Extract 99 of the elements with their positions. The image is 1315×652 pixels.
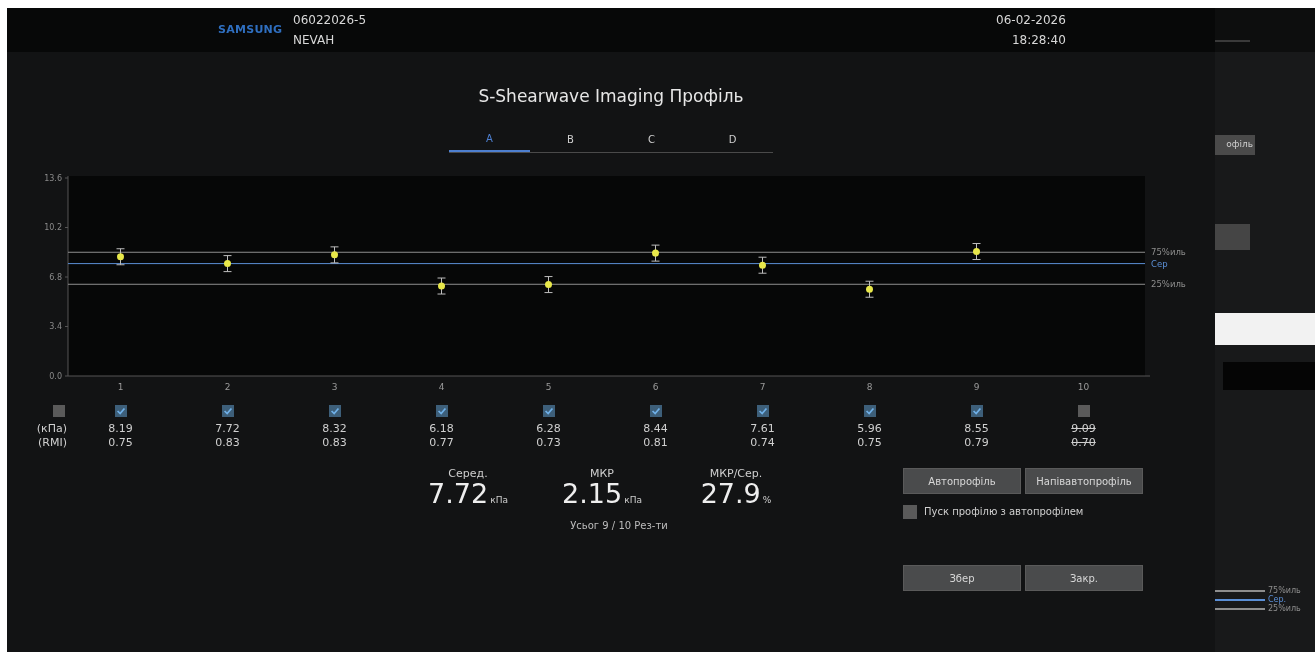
data-point [972, 243, 981, 260]
legend-label: 75%иль [1268, 586, 1301, 595]
data-point [437, 277, 446, 295]
data-point [544, 276, 553, 294]
table-cell: 8.32 [322, 422, 347, 436]
checkbox[interactable] [649, 405, 662, 417]
checkbox[interactable] [114, 405, 127, 417]
table-cell: 8.19 [108, 422, 133, 436]
table-cell: 7.72 [215, 422, 240, 436]
dialog-title: S-Shearwave Imaging Профіль [478, 85, 744, 108]
time: 18:28:40 [1011, 32, 1066, 49]
point [224, 260, 231, 268]
stat-value: 7.72 [428, 480, 489, 508]
axis-label: 10.2 [44, 223, 62, 232]
row-label: (RMI) [38, 436, 67, 450]
data-point [651, 244, 660, 262]
legend-label: Сер. [1268, 595, 1287, 604]
table-cell: 0.75 [108, 436, 133, 450]
reference-label: 75%иль [1151, 247, 1186, 258]
button[interactable]: Напівавтопрофіль [1025, 468, 1143, 494]
checkbox[interactable] [903, 504, 917, 519]
axis-label: 13.6 [44, 173, 62, 183]
table-cell: 0.70 [1071, 436, 1096, 450]
point [973, 248, 980, 256]
reference-label: Сер [1151, 258, 1168, 269]
button[interactable]: Збер [903, 565, 1021, 591]
panel-block [1215, 224, 1250, 250]
stat-unit: % [762, 494, 772, 507]
axis-label: 10 [1077, 382, 1090, 392]
table-cell: 0.75 [857, 436, 882, 450]
button[interactable]: Автопрофіль [903, 468, 1021, 494]
date: 06-02-2026 [996, 12, 1066, 29]
axis-label: 7 [759, 382, 766, 392]
point [438, 282, 445, 290]
table-cell: 5.96 [857, 422, 882, 436]
point [117, 253, 124, 261]
table-cell: 0.81 [643, 436, 668, 450]
axis-label: 5 [545, 382, 552, 392]
point [652, 249, 659, 257]
axis-label: 1 [117, 382, 124, 392]
stat-unit: кПа [624, 494, 642, 507]
checkbox[interactable] [221, 405, 234, 417]
stat-value: 2.15 [562, 480, 623, 508]
data-point [865, 280, 874, 298]
tab[interactable]: C [611, 127, 692, 152]
checkbox[interactable] [435, 405, 448, 417]
point [331, 251, 338, 259]
stat-label: Серед. [448, 468, 488, 480]
axis-label: 3.4 [49, 322, 62, 331]
axis-label: 4 [438, 382, 445, 392]
axis-label: 3 [331, 382, 338, 392]
patient-name: NEVAH [293, 32, 336, 49]
axis-label: 8 [866, 382, 873, 392]
table-cell: 8.55 [964, 422, 989, 436]
logo: SAMSUNG [218, 21, 284, 38]
point [866, 285, 873, 293]
data-point [330, 246, 339, 264]
patient-id: 06022026-5 [293, 12, 367, 29]
stat-unit: кПа [490, 494, 508, 507]
checkbox[interactable] [328, 405, 341, 417]
table-cell: 6.18 [429, 422, 454, 436]
tab[interactable]: D [692, 127, 773, 152]
table-cell: 0.74 [750, 436, 775, 450]
row-label: (кПа) [36, 422, 67, 436]
button[interactable]: Закр. [1025, 565, 1143, 591]
checkbox[interactable] [756, 405, 769, 417]
data-point [116, 248, 125, 266]
point [545, 281, 552, 289]
results-count: Усьог 9 / 10 Рез-ти [569, 519, 668, 533]
stat-value: 27.9 [700, 480, 761, 508]
table-cell: 0.77 [429, 436, 454, 450]
table-cell: 8.44 [643, 422, 668, 436]
reference-label: 25%иль [1151, 279, 1186, 290]
checkbox[interactable] [542, 405, 555, 417]
axis-label: 0.0 [49, 371, 62, 381]
legend-label: 25%иль [1268, 604, 1301, 613]
checkbox-label: Пуск профілю з автопрофілем [924, 505, 1084, 519]
checkbox[interactable] [53, 405, 65, 417]
checkbox[interactable] [1077, 405, 1090, 417]
axis-label: 2 [224, 382, 231, 392]
tab[interactable]: A [449, 127, 530, 152]
data-point [758, 256, 767, 274]
axis-label: 6.8 [49, 272, 62, 282]
table-cell: 9.09 [1071, 422, 1096, 436]
table-cell: 7.61 [750, 422, 775, 436]
axis-label: 9 [973, 382, 980, 392]
data-point [223, 255, 232, 273]
checkbox[interactable] [970, 405, 983, 417]
table-cell: 0.79 [964, 436, 989, 450]
stat-label: МКР [590, 468, 614, 480]
table-cell: 0.83 [215, 436, 240, 450]
table-cell: 6.28 [536, 422, 561, 436]
stat-label: МКР/Сер. [709, 468, 763, 480]
table-cell: 0.73 [536, 436, 561, 450]
checkbox[interactable] [863, 405, 876, 417]
table-cell: 0.83 [322, 436, 347, 450]
point [759, 261, 766, 269]
axis-label: 6 [652, 382, 659, 392]
tab[interactable]: B [530, 127, 611, 152]
